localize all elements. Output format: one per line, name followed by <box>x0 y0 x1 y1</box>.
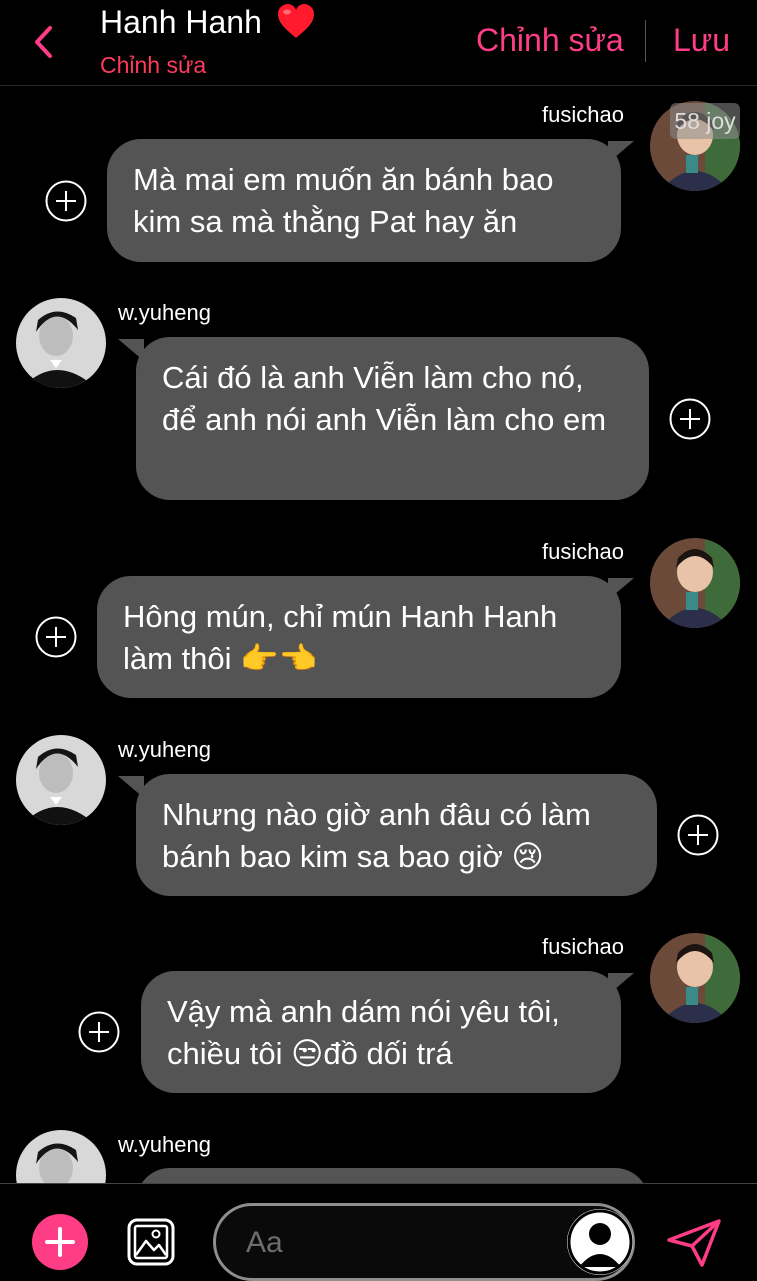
sender-name: w.yuheng <box>118 737 211 762</box>
sender-name: w.yuheng <box>118 1132 211 1157</box>
plus-circle-icon[interactable] <box>78 1011 120 1053</box>
plus-icon <box>45 1227 75 1257</box>
avatar-photo <box>650 933 740 1023</box>
plus-circle-icon[interactable] <box>45 180 87 222</box>
add-button[interactable] <box>32 1214 88 1270</box>
save-button[interactable]: Lưu <box>673 22 730 59</box>
message-bubble[interactable]: Hông mún, chỉ mún Hanh Hanh làm thôi 👉👈 <box>97 576 621 698</box>
avatar[interactable] <box>650 933 740 1023</box>
sender-name: w.yuheng <box>118 300 211 325</box>
chat-title: Hanh Hanh <box>100 4 262 40</box>
message-bubble[interactable]: Cái đó là anh Viễn làm cho nó, để anh nó… <box>136 337 649 500</box>
chevron-left-icon[interactable] <box>28 22 60 62</box>
composer-bar <box>0 1183 757 1281</box>
sender-name: fusichao <box>542 539 624 564</box>
avatar[interactable] <box>16 298 106 388</box>
avatar-photo <box>650 538 740 628</box>
avatar-photo <box>16 735 106 825</box>
plus-circle-icon[interactable] <box>677 814 719 856</box>
message-input-wrapper <box>213 1203 635 1281</box>
chat-subtitle[interactable]: Chỉnh sửa <box>100 52 206 79</box>
watermark: 58 joy <box>670 103 740 139</box>
sender-name: fusichao <box>542 934 624 959</box>
image-icon[interactable] <box>126 1217 176 1267</box>
message-input[interactable] <box>244 1220 548 1266</box>
chat-screen: Hanh Hanh Chỉnh sửa Chỉnh sửa Lưu fusich… <box>0 0 757 1281</box>
edit-button[interactable]: Chỉnh sửa <box>476 22 624 59</box>
heart-icon <box>278 4 314 38</box>
avatar[interactable] <box>16 735 106 825</box>
avatar-photo <box>16 298 106 388</box>
message-bubble[interactable]: Nhưng nào giờ anh đâu có làm bánh bao ki… <box>136 774 657 896</box>
sender-name: fusichao <box>542 102 624 127</box>
send-icon[interactable] <box>666 1218 722 1268</box>
header: Hanh Hanh Chỉnh sửa Chỉnh sửa Lưu <box>0 0 757 86</box>
message-bubble[interactable]: Mà mai em muốn ăn bánh bao kim sa mà thằ… <box>107 139 621 262</box>
avatar[interactable] <box>650 538 740 628</box>
header-divider <box>645 20 646 62</box>
profile-icon <box>567 1209 633 1275</box>
plus-circle-icon[interactable] <box>35 616 77 658</box>
message-bubble[interactable]: Vậy mà anh dám nói yêu tôi, chiều tôi 😒đ… <box>141 971 621 1093</box>
profile-button[interactable] <box>567 1209 633 1275</box>
plus-circle-icon[interactable] <box>669 398 711 440</box>
